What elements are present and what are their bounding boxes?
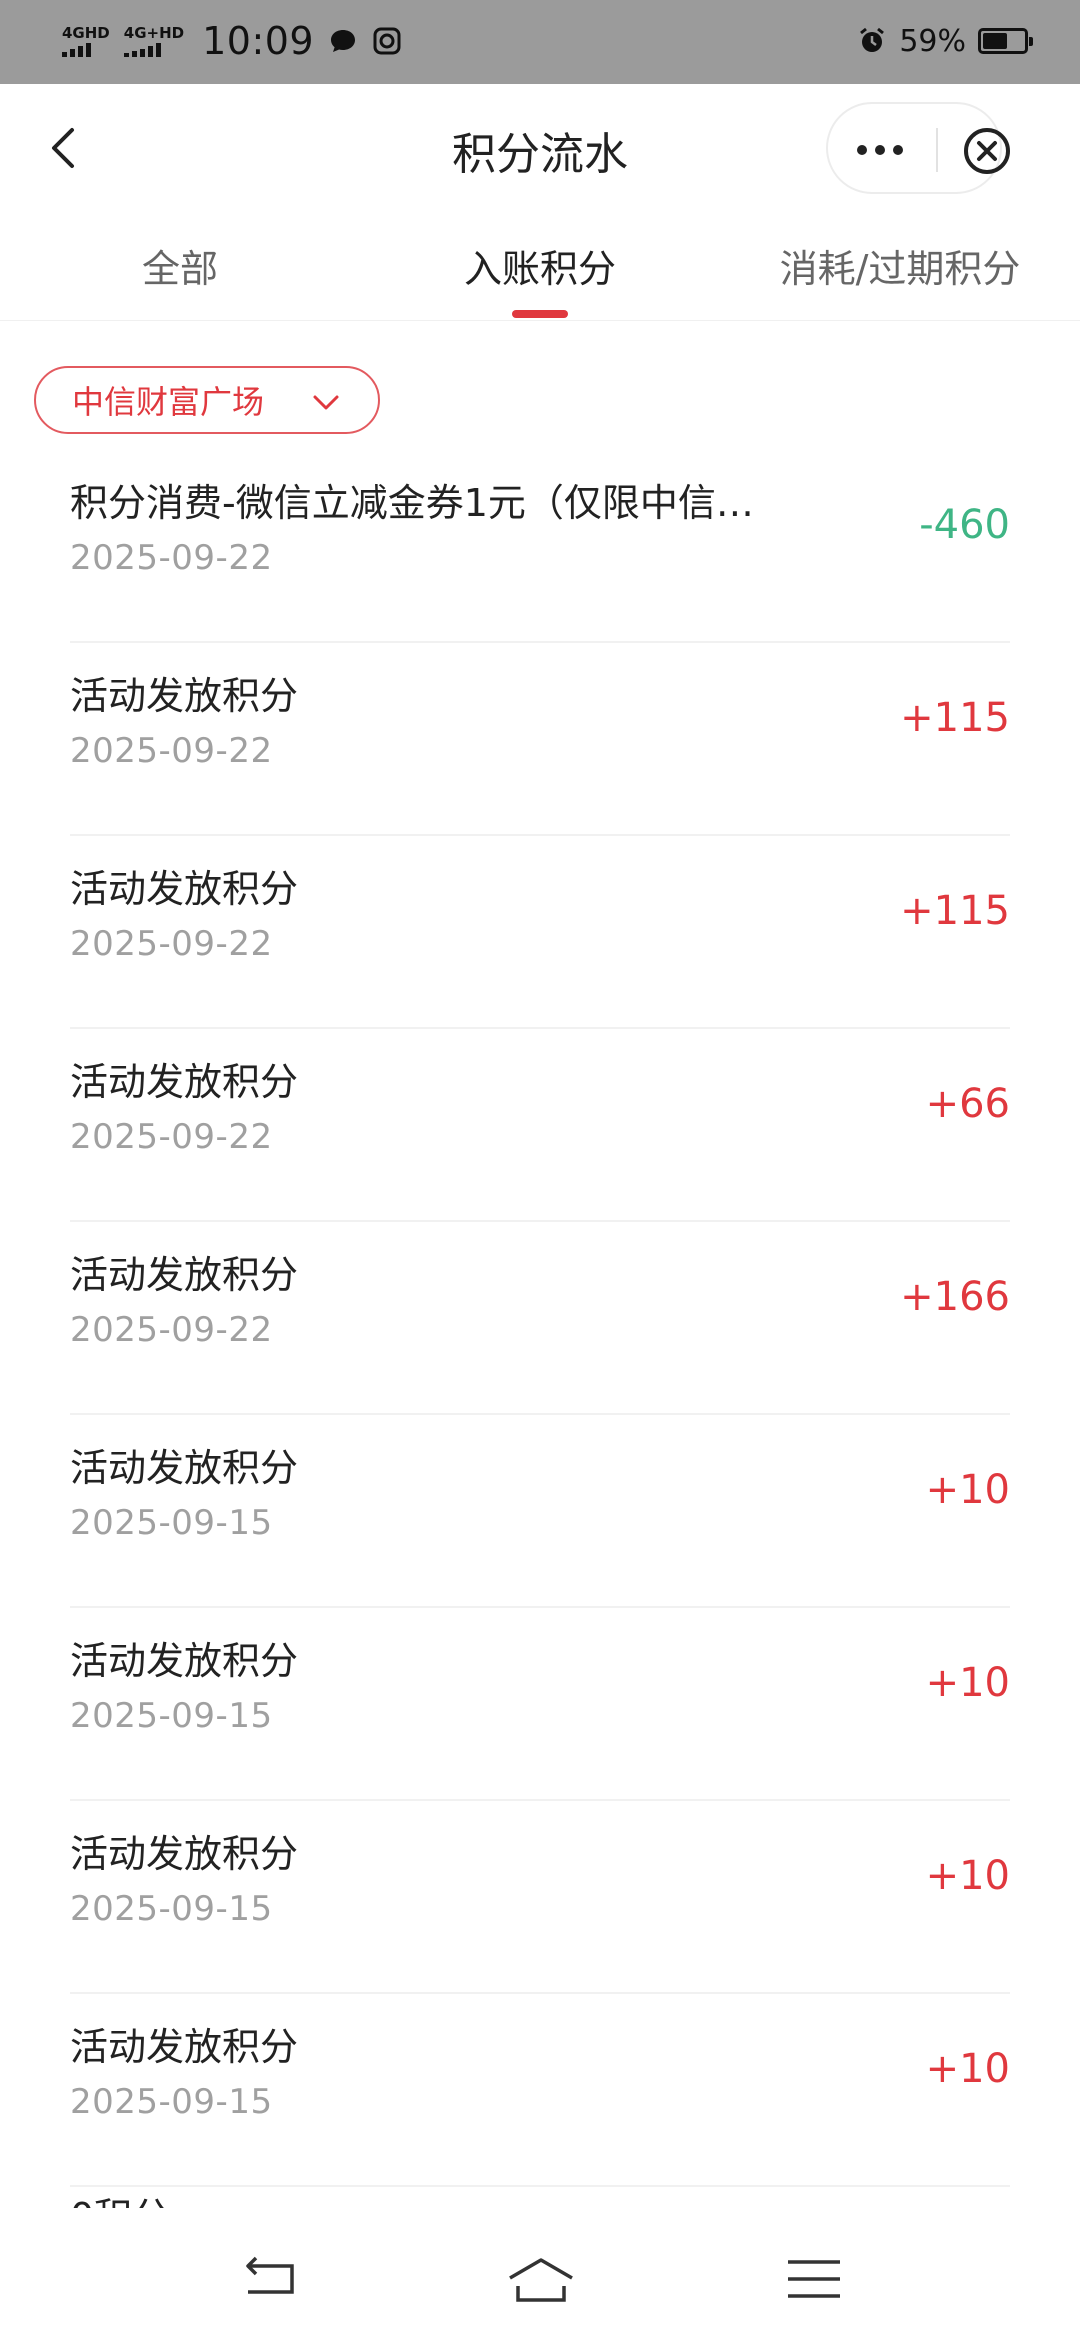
record-date: 2025-09-22 <box>70 1310 273 1350</box>
chevron-down-icon <box>313 395 339 410</box>
record-date: 2025-09-15 <box>70 1696 273 1736</box>
list-item[interactable]: 活动发放积分 2025-09-22 +115 <box>70 836 1010 1029</box>
record-title: 活动发放积分 <box>70 1639 299 1683</box>
record-title: 积分消费-微信立减金券1元（仅限中信… <box>70 481 754 525</box>
list-item[interactable]: 活动发放积分 2025-09-15 +10 <box>70 1994 1010 2187</box>
record-title: 活动发放积分 <box>70 674 299 718</box>
tab-income-points[interactable]: 入账积分 <box>440 238 640 293</box>
status-bar: 4GHD 4G+HD 10:09 59% <box>0 0 1080 84</box>
clock: 10:09 <box>202 19 315 63</box>
alarm-icon <box>860 27 885 52</box>
record-amount: +115 <box>900 888 1010 934</box>
close-circle-icon[interactable] <box>962 126 1012 176</box>
record-date: 2025-09-22 <box>70 924 273 964</box>
signal-label: 4GHD <box>62 24 110 42</box>
battery-percent: 59% <box>899 23 966 59</box>
record-date: 2025-09-22 <box>70 731 273 771</box>
back-arrow-icon[interactable] <box>240 2256 300 2302</box>
record-title: 活动发放积分 <box>70 1060 299 1104</box>
record-amount: -460 <box>919 502 1010 548</box>
list-item[interactable]: 活动发放积分 2025-09-22 +115 <box>70 643 1010 836</box>
capsule-divider <box>936 128 938 172</box>
record-date: 2025-09-22 <box>70 1117 273 1157</box>
record-amount: +66 <box>925 1081 1010 1127</box>
list-item[interactable]: 活动发放积分 2025-09-15 +10 <box>70 1801 1010 1994</box>
list-item[interactable]: 活动发放积分 2025-09-22 +166 <box>70 1222 1010 1415</box>
tab-all[interactable]: 全部 <box>100 238 260 293</box>
record-title: 活动发放积分 <box>70 1446 299 1490</box>
record-amount: +166 <box>900 1274 1010 1320</box>
record-title: 活动发放积分 <box>70 1832 299 1876</box>
signal-bars-icon <box>62 43 91 57</box>
record-amount: +10 <box>925 1467 1010 1513</box>
list-item[interactable]: 积分消费-微信立减金券1元（仅限中信… 2025-09-22 -460 <box>70 450 1010 643</box>
record-amount: +10 <box>925 1660 1010 1706</box>
record-title: 活动发放积分 <box>70 1253 299 1297</box>
record-amount: +10 <box>925 2046 1010 2092</box>
battery-fill <box>983 33 1007 49</box>
chat-bubble-icon <box>331 30 356 52</box>
list-item[interactable]: 活动发放积分 2025-09-15 +10 <box>70 1608 1010 1801</box>
mini-program-capsule <box>826 102 1010 194</box>
record-date: 2025-09-15 <box>70 2082 273 2122</box>
record-title: 活动发放积分 <box>70 867 299 911</box>
signal-label: 4G+HD <box>123 24 185 42</box>
signal-bars-icon <box>123 43 161 57</box>
list-item[interactable]: 活动发放积分 2025-09-15 +10 <box>70 1415 1010 1608</box>
points-record-list: 积分消费-微信立减金券1元（仅限中信… 2025-09-22 -460 活动发放积分 2… <box>70 450 1010 2187</box>
tab-bar: 全部 入账积分 消耗/过期积分 <box>0 210 1080 321</box>
signal-4g-hd: 4GHD <box>62 25 110 57</box>
menu-icon[interactable] <box>784 2256 844 2302</box>
app-notification-icon <box>373 27 401 55</box>
system-nav-bar <box>0 2214 1080 2340</box>
record-date: 2025-09-15 <box>70 1503 273 1543</box>
signal-4g-plus-hd: 4G+HD <box>123 24 185 57</box>
tab-consumed-expired-points[interactable]: 消耗/过期积分 <box>760 238 1040 293</box>
record-date: 2025-09-22 <box>70 538 273 578</box>
record-date: 2025-09-15 <box>70 1889 273 1929</box>
merchant-filter-dropdown[interactable]: 中信财富广场 <box>34 366 380 434</box>
nav-bar: 积分流水 <box>0 84 1080 210</box>
more-dots-icon[interactable] <box>850 132 910 168</box>
filter-label: 中信财富广场 <box>72 383 265 421</box>
battery-icon <box>978 28 1033 54</box>
list-item[interactable]: 活动发放积分 2025-09-22 +66 <box>70 1029 1010 1222</box>
home-icon[interactable] <box>506 2256 576 2302</box>
record-title: 活动发放积分 <box>70 2025 299 2069</box>
record-amount: +115 <box>900 695 1010 741</box>
active-tab-indicator <box>512 310 568 318</box>
record-amount: +10 <box>925 1853 1010 1899</box>
